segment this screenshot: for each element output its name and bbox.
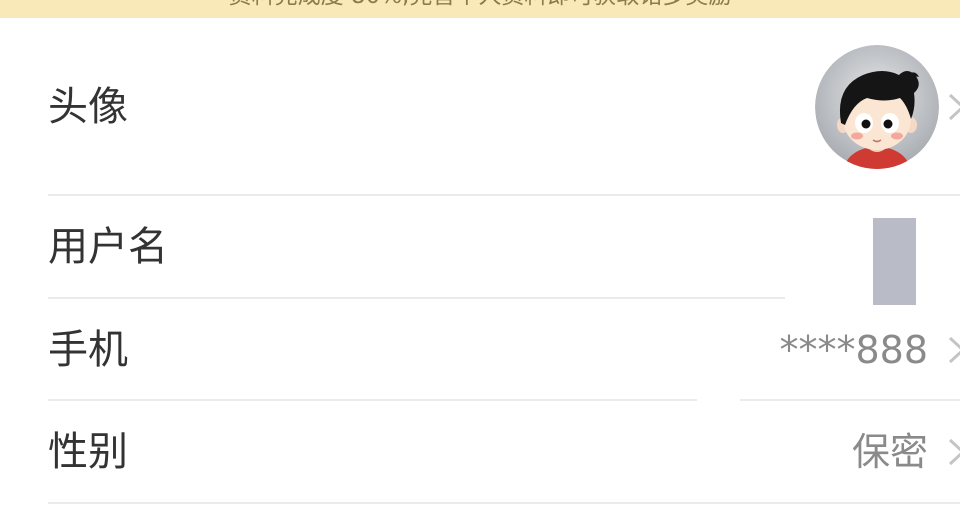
- chevron-right-icon: [948, 92, 960, 122]
- avatar-right-cheek: [891, 132, 903, 140]
- row-avatar[interactable]: 头像: [0, 18, 960, 195]
- row-divider: [48, 502, 960, 504]
- row-gender[interactable]: 性别 保密: [0, 401, 960, 503]
- avatar-label: 头像: [48, 83, 128, 130]
- avatar[interactable]: [815, 45, 939, 169]
- chevron-right-icon: [948, 335, 960, 365]
- avatar-left-cheek: [851, 132, 863, 140]
- gender-value: 保密: [851, 430, 928, 474]
- row-phone[interactable]: 手机 ****888: [0, 299, 960, 400]
- avatar-image: [815, 45, 939, 169]
- banner-text: 资料完成度 80%,完善个人资料即可获取诸多奖励: [0, 0, 960, 9]
- row-username[interactable]: 用户名: [0, 196, 960, 298]
- gender-label: 性别: [48, 429, 128, 475]
- phone-value: ****888: [779, 327, 928, 372]
- phone-label: 手机: [48, 326, 128, 373]
- profile-settings-screen: 资料完成度 80%,完善个人资料即可获取诸多奖励 头像: [0, 0, 960, 505]
- chevron-right-icon: [948, 437, 960, 467]
- username-value-redaction: [873, 218, 916, 305]
- profile-completion-banner[interactable]: 资料完成度 80%,完善个人资料即可获取诸多奖励: [0, 0, 960, 18]
- username-label: 用户名: [48, 224, 168, 270]
